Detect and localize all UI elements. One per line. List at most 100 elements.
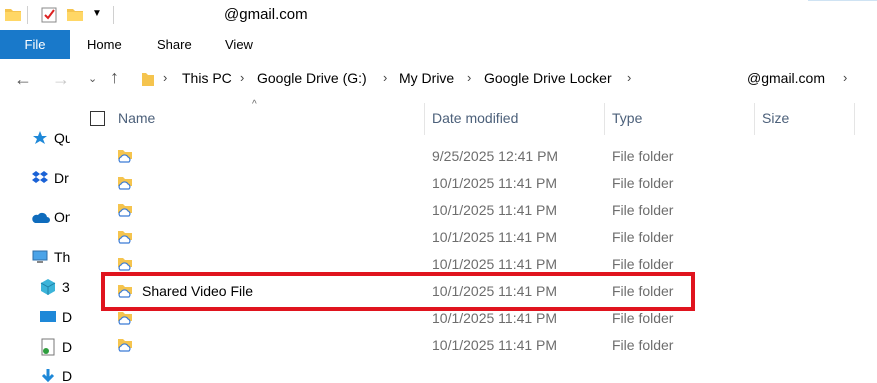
nav-item-label: Dr — [54, 170, 69, 186]
chevron-right-icon[interactable]: › — [843, 70, 847, 85]
file-date-modified: 10/1/2025 11:41 PM — [432, 256, 558, 272]
quick-access-star-icon — [30, 129, 50, 147]
customize-dropdown-icon[interactable]: ▼ — [92, 8, 102, 26]
cloud-folder-icon — [116, 255, 134, 273]
nav-item-label: 3 — [62, 279, 70, 295]
nav-item-label: D — [62, 368, 73, 383]
file-date-modified: 10/1/2025 11:41 PM — [432, 229, 558, 245]
folder-icon — [141, 71, 155, 90]
downloads-icon — [38, 367, 58, 383]
nav-item-3d-objects[interactable]: 3 — [38, 277, 78, 297]
table-row[interactable]: 9/25/2025 12:41 PM File folder — [80, 143, 877, 170]
this-pc-icon — [30, 248, 50, 266]
qat-separator — [27, 6, 28, 24]
onedrive-cloud-icon — [30, 208, 50, 226]
chevron-right-icon[interactable]: › — [467, 70, 471, 85]
column-type[interactable]: Type — [612, 110, 642, 126]
qat-separator — [113, 6, 114, 24]
column-divider[interactable] — [854, 103, 855, 135]
column-divider[interactable] — [754, 103, 755, 135]
file-type: File folder — [612, 148, 674, 164]
cloud-folder-icon — [116, 336, 134, 354]
file-type: File folder — [612, 256, 674, 272]
breadcrumb-google-drive[interactable]: Google Drive (G:) — [257, 70, 367, 86]
window-title: @gmail.com — [224, 6, 308, 23]
recent-locations-chevron-icon[interactable]: ⌄ — [88, 72, 97, 85]
folder-icon[interactable] — [4, 6, 22, 24]
file-type: File folder — [612, 337, 674, 353]
chevron-right-icon[interactable]: › — [163, 70, 167, 85]
file-type: File folder — [612, 202, 674, 218]
window-controls — [808, 0, 877, 4]
nav-item-this-pc[interactable]: Th — [30, 247, 70, 267]
forward-arrow-icon[interactable]: → — [52, 69, 70, 90]
documents-icon — [38, 338, 58, 356]
back-arrow-icon[interactable]: ← — [14, 69, 32, 90]
address-row: ← → ⌄ ↑ › This PC › Google Drive (G:) › … — [0, 59, 877, 99]
nav-item-documents[interactable]: D — [38, 337, 78, 357]
column-date-modified[interactable]: Date modified — [432, 110, 518, 126]
chevron-right-icon[interactable]: › — [627, 70, 631, 85]
nav-item-onedrive[interactable]: On — [30, 207, 70, 227]
table-row[interactable]: 10/1/2025 11:41 PM File folder — [80, 251, 877, 278]
desktop-icon — [38, 308, 58, 326]
cloud-folder-icon — [116, 309, 134, 327]
file-list: ^ Name Date modified Type Size 9/25/2025… — [80, 99, 877, 383]
breadcrumb-this-pc[interactable]: This PC — [182, 70, 232, 86]
nav-item-label: Th — [54, 249, 70, 265]
column-divider[interactable] — [424, 103, 425, 135]
breadcrumb-my-drive[interactable]: My Drive — [399, 70, 454, 86]
file-date-modified: 9/25/2025 12:41 PM — [432, 148, 559, 164]
file-type: File folder — [612, 283, 674, 299]
cloud-folder-icon — [116, 282, 134, 300]
table-row[interactable]: Shared Video File 10/1/2025 11:41 PM File … — [80, 278, 877, 305]
nav-item-quick-access[interactable]: Qu — [30, 128, 70, 148]
breadcrumb-account[interactable]: @gmail.com — [747, 70, 825, 86]
file-date-modified: 10/1/2025 11:41 PM — [432, 202, 558, 218]
title-bar: ▼ @gmail.com — [0, 0, 877, 30]
table-row[interactable]: 10/1/2025 11:41 PM File folder — [80, 197, 877, 224]
nav-item-downloads[interactable]: D — [38, 366, 78, 383]
chevron-right-icon[interactable]: › — [240, 70, 244, 85]
cloud-folder-icon — [116, 228, 134, 246]
table-row[interactable]: 10/1/2025 11:41 PM File folder — [80, 170, 877, 197]
column-size[interactable]: Size — [762, 110, 789, 126]
3d-objects-icon — [38, 278, 58, 296]
nav-item-desktop[interactable]: D — [38, 307, 78, 327]
new-folder-icon[interactable] — [66, 6, 84, 24]
ribbon-tabs: File Home Share View — [0, 30, 877, 59]
nav-item-label: D — [62, 309, 73, 325]
nav-item-label: D — [62, 339, 73, 355]
cloud-folder-icon — [116, 174, 134, 192]
navigation-pane: Qu Dr On Th 3 D D D — [0, 99, 72, 383]
tab-share[interactable]: Share — [157, 30, 192, 59]
up-arrow-icon[interactable]: ↑ — [110, 67, 119, 88]
dropbox-icon — [30, 169, 50, 187]
select-all-checkbox[interactable] — [90, 111, 105, 126]
chevron-right-icon[interactable]: › — [383, 70, 387, 85]
address-bar[interactable]: › This PC › Google Drive (G:) › My Drive… — [134, 65, 877, 93]
column-divider[interactable] — [604, 103, 605, 135]
table-row[interactable]: 10/1/2025 11:41 PM File folder — [80, 332, 877, 359]
column-header: Name Date modified Type Size — [80, 103, 877, 135]
cloud-folder-icon — [116, 201, 134, 219]
nav-item-label: Qu — [54, 130, 70, 146]
cloud-folder-icon — [116, 147, 134, 165]
file-date-modified: 10/1/2025 11:41 PM — [432, 283, 558, 299]
file-name[interactable]: Shared Video File — [142, 283, 253, 299]
tab-view[interactable]: View — [225, 30, 253, 59]
file-date-modified: 10/1/2025 11:41 PM — [432, 175, 558, 191]
properties-check-icon[interactable] — [40, 6, 58, 24]
file-type: File folder — [612, 229, 674, 245]
column-name[interactable]: Name — [118, 110, 155, 126]
nav-item-label: On — [54, 209, 70, 225]
file-date-modified: 10/1/2025 11:41 PM — [432, 337, 558, 353]
nav-item-dropbox[interactable]: Dr — [30, 168, 70, 188]
tab-home[interactable]: Home — [87, 30, 122, 59]
breadcrumb-google-drive-locker[interactable]: Google Drive Locker — [484, 70, 612, 86]
file-type: File folder — [612, 310, 674, 326]
tab-file[interactable]: File — [0, 30, 70, 59]
table-row[interactable]: 10/1/2025 11:41 PM File folder — [80, 224, 877, 251]
table-row[interactable]: 10/1/2025 11:41 PM File folder — [80, 305, 877, 332]
file-type: File folder — [612, 175, 674, 191]
